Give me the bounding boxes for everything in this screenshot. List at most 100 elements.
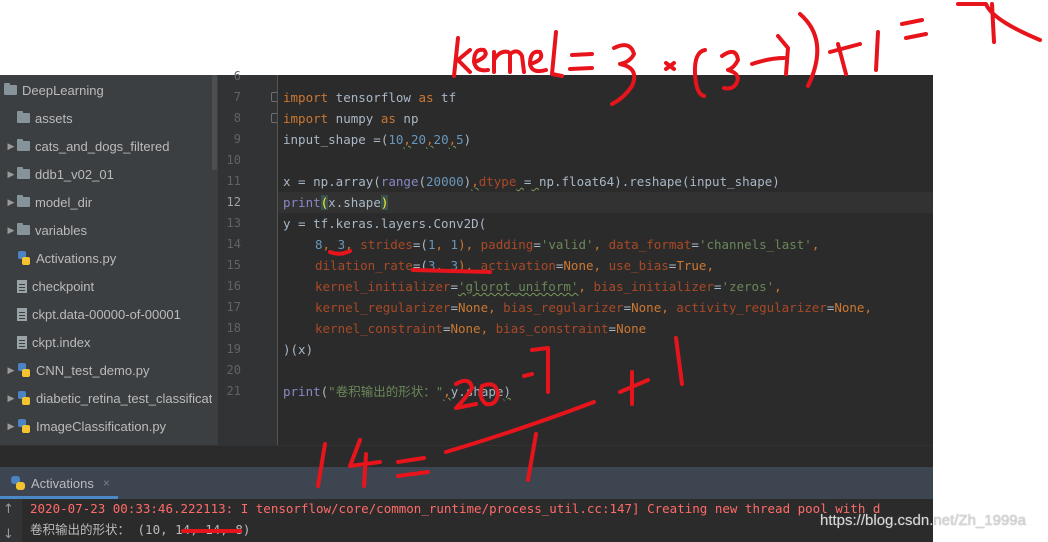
code-line-12: print(x.shape) <box>283 192 389 213</box>
line-number: 17 <box>226 300 241 314</box>
tree-item[interactable]: Activations.py <box>0 244 116 272</box>
text-file-icon <box>17 335 27 349</box>
line-number: 9 <box>233 132 241 146</box>
tree-item[interactable]: checkpoint <box>0 272 94 300</box>
scroll-up-icon[interactable]: ↑ <box>3 502 14 517</box>
code-line-14: 8, 3, strides=(1, 1), padding='valid', d… <box>315 234 819 255</box>
keyword: None <box>616 321 647 336</box>
expand-arrow-icon[interactable]: ▶ <box>5 225 17 236</box>
string: 'zeros' <box>721 279 775 294</box>
code-text: tensorflow <box>328 90 419 105</box>
keyword: None <box>834 300 865 315</box>
builtin: print <box>283 195 321 210</box>
number: 20 <box>410 132 427 147</box>
code-text: ), <box>458 258 481 273</box>
code-line-17: kernel_regularizer=None, bias_regularize… <box>315 297 872 318</box>
code-text: np.float64).reshape(input_shape) <box>538 174 780 189</box>
line-number-gutter: 6 7 8 9 10 11 12 13 14 15 16 17 18 19 20 21 <box>220 69 279 445</box>
tree-item[interactable]: DeepLearning <box>0 76 104 104</box>
string: "卷积输出的形状：" <box>328 384 444 399</box>
keyword: None <box>563 258 594 273</box>
builtin: range <box>380 174 419 189</box>
annotation-1b <box>874 30 880 72</box>
console-toolbar: ↑ ↓ <box>0 499 22 542</box>
expand-arrow-icon[interactable]: ▶ <box>5 393 17 404</box>
code-text: = <box>691 237 699 252</box>
run-tab-label: Activations <box>31 475 94 491</box>
tree-item[interactable]: ▶ model_dir <box>0 188 93 216</box>
parameter: padding <box>480 237 534 252</box>
ide-window: DeepLearning assets ▶ cats_and_dogs_filtere… <box>0 69 933 542</box>
code-text: , <box>322 237 338 252</box>
comma: , <box>403 132 411 147</box>
number: 10 <box>388 132 404 147</box>
comma: , <box>426 132 434 147</box>
number: 20 <box>433 132 449 147</box>
tree-item[interactable]: ▶ cats_and_dogs_filtered <box>0 132 170 160</box>
folder-icon <box>17 195 30 207</box>
python-file-icon <box>17 419 31 433</box>
code-line-18: kernel_constraint=None, bias_constraint=… <box>315 318 646 339</box>
code-text: , <box>593 237 609 252</box>
line-number: 16 <box>226 279 241 293</box>
code-line-7: import tensorflow as tf <box>283 87 456 108</box>
parameter: dtype <box>478 174 517 189</box>
code-text: )(x) <box>283 342 314 357</box>
expand-arrow-icon[interactable]: ▶ <box>5 197 17 208</box>
line-number: 20 <box>226 363 241 377</box>
tree-item-label: diabetic_retina_test_classification <box>36 390 212 406</box>
scroll-down-icon[interactable]: ↓ <box>3 527 14 542</box>
comma: , <box>471 174 479 189</box>
line-number: 21 <box>226 384 241 398</box>
tree-item-label: ImageClassification.py <box>36 418 167 434</box>
sidebar-scrollbar-thumb[interactable] <box>212 75 217 170</box>
python-icon <box>11 476 25 490</box>
annotation-r <box>492 49 510 74</box>
code-text: np <box>395 111 419 126</box>
string: 'valid' <box>540 237 594 252</box>
code-line-9: input_shape =(10,20,20,5) <box>283 129 471 150</box>
close-icon[interactable]: × <box>103 476 110 490</box>
code-text: = <box>450 300 458 315</box>
parameter: bias_initializer <box>593 279 714 294</box>
tree-item-label: cats_and_dogs_filtered <box>35 138 170 154</box>
annotation-1a <box>776 34 790 76</box>
tree-item-label: Activations.py <box>36 250 117 266</box>
annotation-7 <box>956 2 1042 44</box>
run-tool-window-header: Activations × <box>0 467 933 499</box>
code-text: , <box>864 300 872 315</box>
tree-item[interactable]: ▶ variables <box>0 216 88 244</box>
panel-separator[interactable] <box>0 445 933 467</box>
tree-item[interactable]: ckpt.index <box>0 328 91 356</box>
tree-item[interactable]: ▶ diabetic_retina_test_classification <box>0 384 212 412</box>
code-text: , <box>578 279 594 294</box>
parameter: strides <box>360 237 413 252</box>
expand-arrow-icon[interactable]: ▶ <box>5 421 17 432</box>
number: 8 <box>315 237 323 252</box>
project-tree: DeepLearning assets ▶ cats_and_dogs_filtere… <box>0 75 212 467</box>
tree-item[interactable]: ▶ ddb1_v02_01 <box>0 160 114 188</box>
code-text: y = tf.keras.layers.Conv2D( <box>283 216 487 231</box>
tree-item[interactable]: ▶ ImageClassification.py <box>0 412 167 440</box>
code-editor[interactable]: import tensorflow as tf import numpy as … <box>278 75 933 445</box>
parameter: bias_constraint <box>495 321 609 336</box>
tree-item-label: model_dir <box>35 194 93 210</box>
expand-arrow-icon[interactable]: ▶ <box>5 365 17 376</box>
folder-icon <box>17 111 30 123</box>
run-tab-activations[interactable]: Activations × <box>0 467 118 499</box>
tree-item[interactable]: ▶ CNN_test_demo.py <box>0 356 150 384</box>
parameter: data_format <box>608 237 692 252</box>
tree-item[interactable]: ckpt.data-00000-of-00001 <box>0 300 181 328</box>
run-console[interactable]: ↑ ↓ 2020-07-23 00:33:46.222113: I tensor… <box>0 499 933 542</box>
number: 20000 <box>426 174 464 189</box>
code-text: , <box>480 321 496 336</box>
tree-item-label: CNN_test_demo.py <box>36 362 150 378</box>
expand-arrow-icon[interactable]: ▶ <box>5 141 17 152</box>
tree-item[interactable]: assets <box>0 104 73 132</box>
expand-arrow-icon[interactable]: ▶ <box>5 169 17 180</box>
code-text: , <box>488 300 504 315</box>
code-text: , <box>661 300 677 315</box>
code-text: , <box>435 237 451 252</box>
number: 3 <box>337 237 346 252</box>
